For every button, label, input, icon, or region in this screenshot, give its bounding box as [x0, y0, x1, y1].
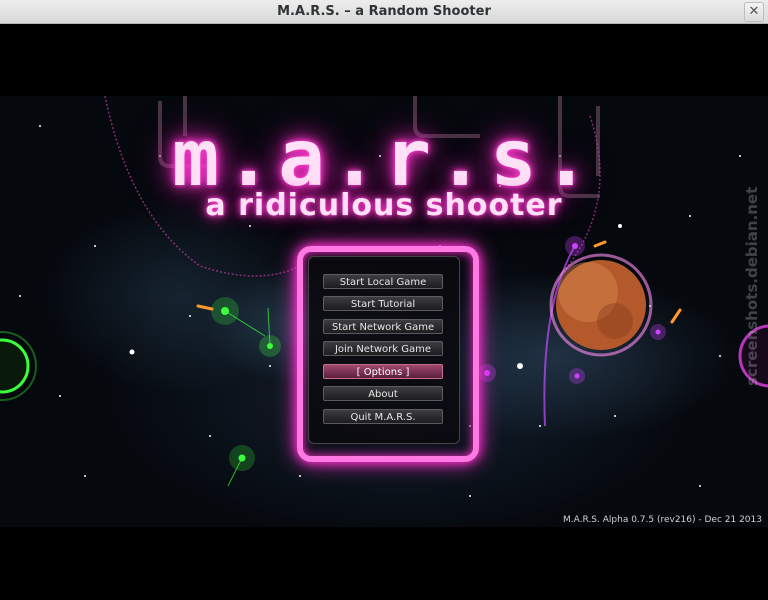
- version-label: M.A.R.S. Alpha 0.7.5 (rev216) - Dec 21 2…: [563, 515, 762, 525]
- join-network-game-button[interactable]: Join Network Game: [323, 341, 443, 356]
- space-background: m.a.r.s. a ridiculous shooter Start Loca…: [0, 96, 768, 527]
- start-tutorial-button[interactable]: Start Tutorial: [323, 296, 443, 311]
- game-subtitle: a ridiculous shooter: [205, 188, 563, 223]
- green-planet: [0, 338, 30, 394]
- game-viewport: m.a.r.s. a ridiculous shooter Start Loca…: [0, 24, 768, 600]
- close-button[interactable]: ✕: [744, 2, 764, 22]
- title-bar: M.A.R.S. – a Random Shooter ✕: [0, 0, 768, 24]
- start-local-game-button[interactable]: Start Local Game: [323, 274, 443, 289]
- watermark: screenshots.debian.net: [743, 186, 761, 386]
- start-network-game-button[interactable]: Start Network Game: [323, 319, 443, 334]
- about-button[interactable]: About: [323, 386, 443, 401]
- close-icon: ✕: [748, 4, 760, 19]
- options-button[interactable]: [ Options ]: [323, 364, 443, 379]
- quit-button[interactable]: Quit M.A.R.S.: [323, 409, 443, 424]
- window-title: M.A.R.S. – a Random Shooter: [277, 4, 491, 19]
